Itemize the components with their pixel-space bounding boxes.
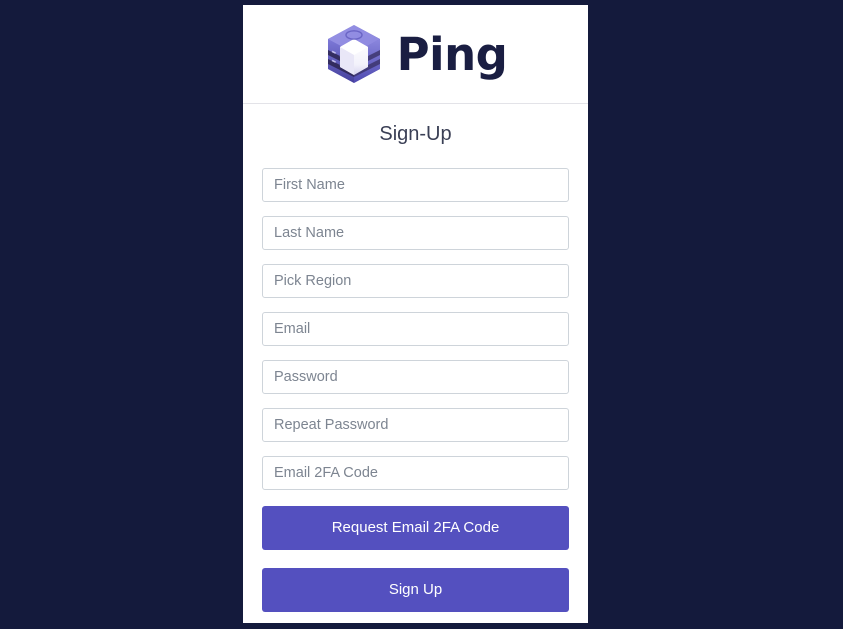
- pick-region-select[interactable]: [262, 264, 569, 298]
- request-email-2fa-code-button[interactable]: Request Email 2FA Code: [262, 506, 569, 550]
- email-input[interactable]: [262, 312, 569, 346]
- first-name-input[interactable]: [262, 168, 569, 202]
- signup-page: Ping Sign-Up Request Email 2FA Code Sign…: [0, 0, 843, 629]
- brand: Ping: [324, 23, 508, 85]
- password-input[interactable]: [262, 360, 569, 394]
- last-name-input[interactable]: [262, 216, 569, 250]
- email-2fa-code-input[interactable]: [262, 456, 569, 490]
- card-header: Ping: [243, 5, 588, 104]
- signup-card: Ping Sign-Up Request Email 2FA Code Sign…: [243, 5, 588, 623]
- brand-name: Ping: [396, 27, 508, 81]
- isometric-cube-icon: [324, 23, 384, 85]
- page-title: Sign-Up: [379, 123, 452, 145]
- sign-up-button[interactable]: Sign Up: [262, 568, 569, 612]
- repeat-password-input[interactable]: [262, 408, 569, 442]
- card-body: Sign-Up Request Email 2FA Code Sign Up: [243, 104, 588, 612]
